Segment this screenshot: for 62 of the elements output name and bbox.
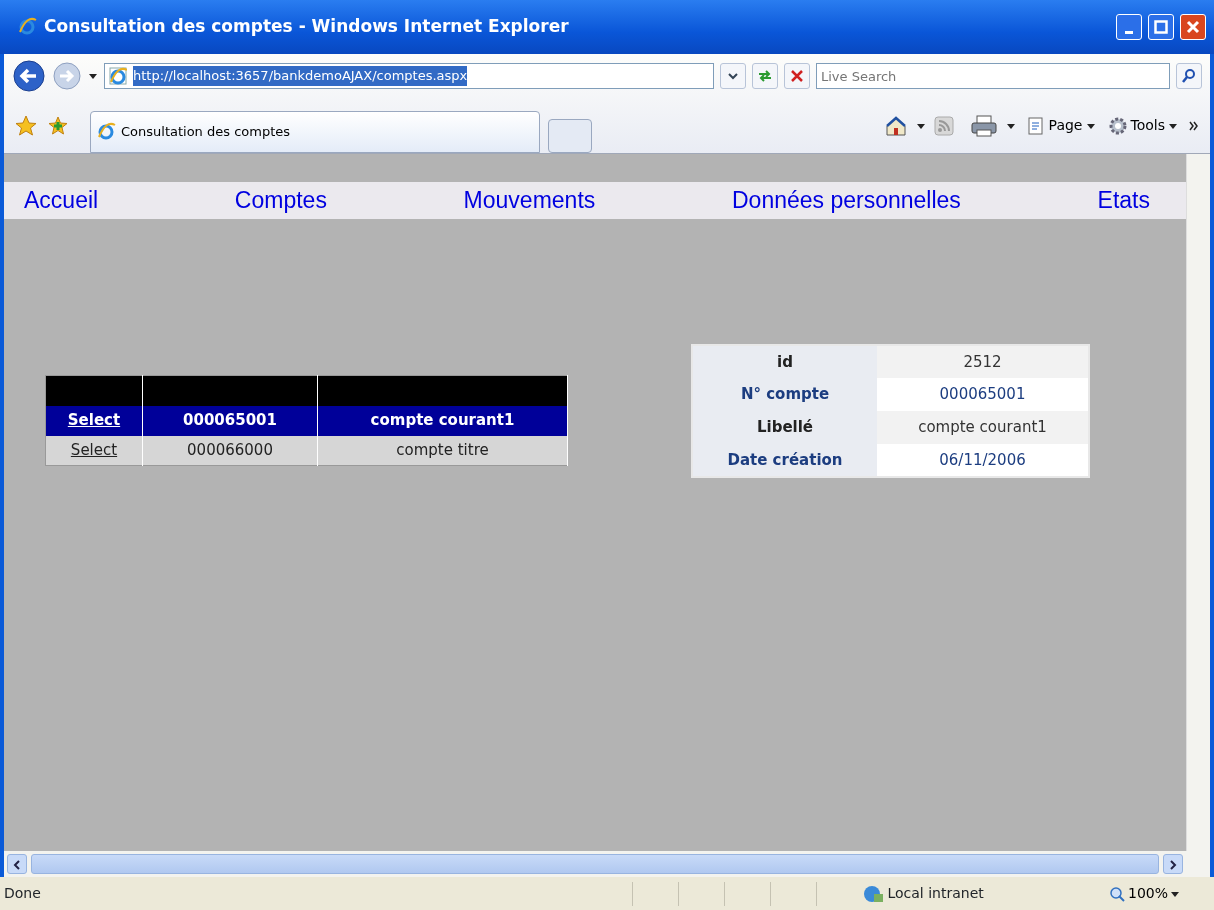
command-menu-button[interactable]: Page [1023, 115, 1098, 136]
menu-link[interactable]: Accueil [24, 183, 99, 218]
stop-icon [790, 69, 804, 83]
browser-logo-icon [97, 122, 117, 142]
address-dropdown-button[interactable] [720, 63, 746, 89]
table-cell: compte courant1 [317, 405, 568, 436]
search-icon [1181, 68, 1197, 84]
table-cell: 000065001 [142, 405, 318, 436]
command-menu-button[interactable]: Tools [1105, 115, 1180, 136]
stop-button[interactable] [784, 63, 810, 89]
maximize-icon [1154, 20, 1168, 34]
address-field[interactable]: http://localhost:3657/bankdemoAJAX/comptes.aspx [104, 63, 714, 89]
window-title: Consultation des comptes - Windows Internet Explorer [44, 15, 570, 39]
home-icon[interactable] [883, 114, 908, 137]
chevron-right-icon [1168, 859, 1178, 870]
favorites-star-icon[interactable] [14, 113, 38, 138]
page-icon [109, 67, 127, 85]
field-label: N° compte [692, 378, 877, 411]
dropdown-icon[interactable] [88, 71, 98, 81]
field-value: 06/11/2006 [877, 444, 1089, 477]
close-icon [1186, 20, 1200, 34]
chevron-down-icon [728, 71, 738, 81]
maximize-button[interactable] [1148, 14, 1174, 40]
field-label: Libellé [692, 411, 877, 444]
vertical-scrollbar[interactable] [1186, 154, 1210, 851]
security-zone-text: Local intranet [887, 884, 985, 903]
minimize-icon [1125, 31, 1133, 34]
search-field[interactable]: Live Search [816, 63, 1170, 89]
field-value: compte courant1 [877, 411, 1089, 444]
field-value: 000065001 [877, 378, 1089, 411]
menu-link[interactable]: Données personnelles [732, 183, 961, 218]
minimize-button[interactable] [1116, 14, 1142, 40]
menu-link[interactable]: Comptes [234, 183, 327, 218]
back-button-icon[interactable] [12, 59, 46, 93]
table-cell: compte titre [317, 435, 568, 466]
feed-icon[interactable] [933, 115, 954, 136]
globe-icon [862, 883, 885, 904]
chevron-right-icon[interactable] [1188, 119, 1200, 132]
gear-icon [1107, 115, 1128, 136]
field-label: Date création [692, 444, 877, 477]
scroll-left-button[interactable] [7, 854, 27, 874]
menu-link[interactable]: Mouvements [463, 183, 596, 218]
field-value: 2512 [877, 345, 1089, 378]
search-button[interactable] [1176, 63, 1202, 89]
browser-tab[interactable]: Consultation des comptes [90, 111, 540, 153]
chevron-left-icon [12, 859, 22, 870]
zoom-button[interactable]: 100% [1106, 883, 1170, 904]
page-icon [1025, 115, 1046, 136]
scrollbar-thumb[interactable] [31, 854, 1159, 874]
status-text: Done [4, 884, 41, 903]
scroll-right-button[interactable] [1163, 854, 1183, 874]
close-button[interactable] [1180, 14, 1206, 40]
table-cell: 000066000 [142, 435, 318, 466]
zoom-icon [1108, 885, 1125, 902]
field-label: id [692, 345, 877, 378]
browser-logo-icon [18, 17, 38, 37]
refresh-icon [757, 68, 773, 84]
refresh-button[interactable] [752, 63, 778, 89]
menu-link[interactable]: Etats [1097, 183, 1150, 218]
print-icon[interactable] [969, 113, 998, 138]
table-row[interactable]: Select 000065001 compte courant1 [45, 405, 568, 436]
table-row[interactable]: Select 000066000 compte titre [45, 435, 568, 466]
